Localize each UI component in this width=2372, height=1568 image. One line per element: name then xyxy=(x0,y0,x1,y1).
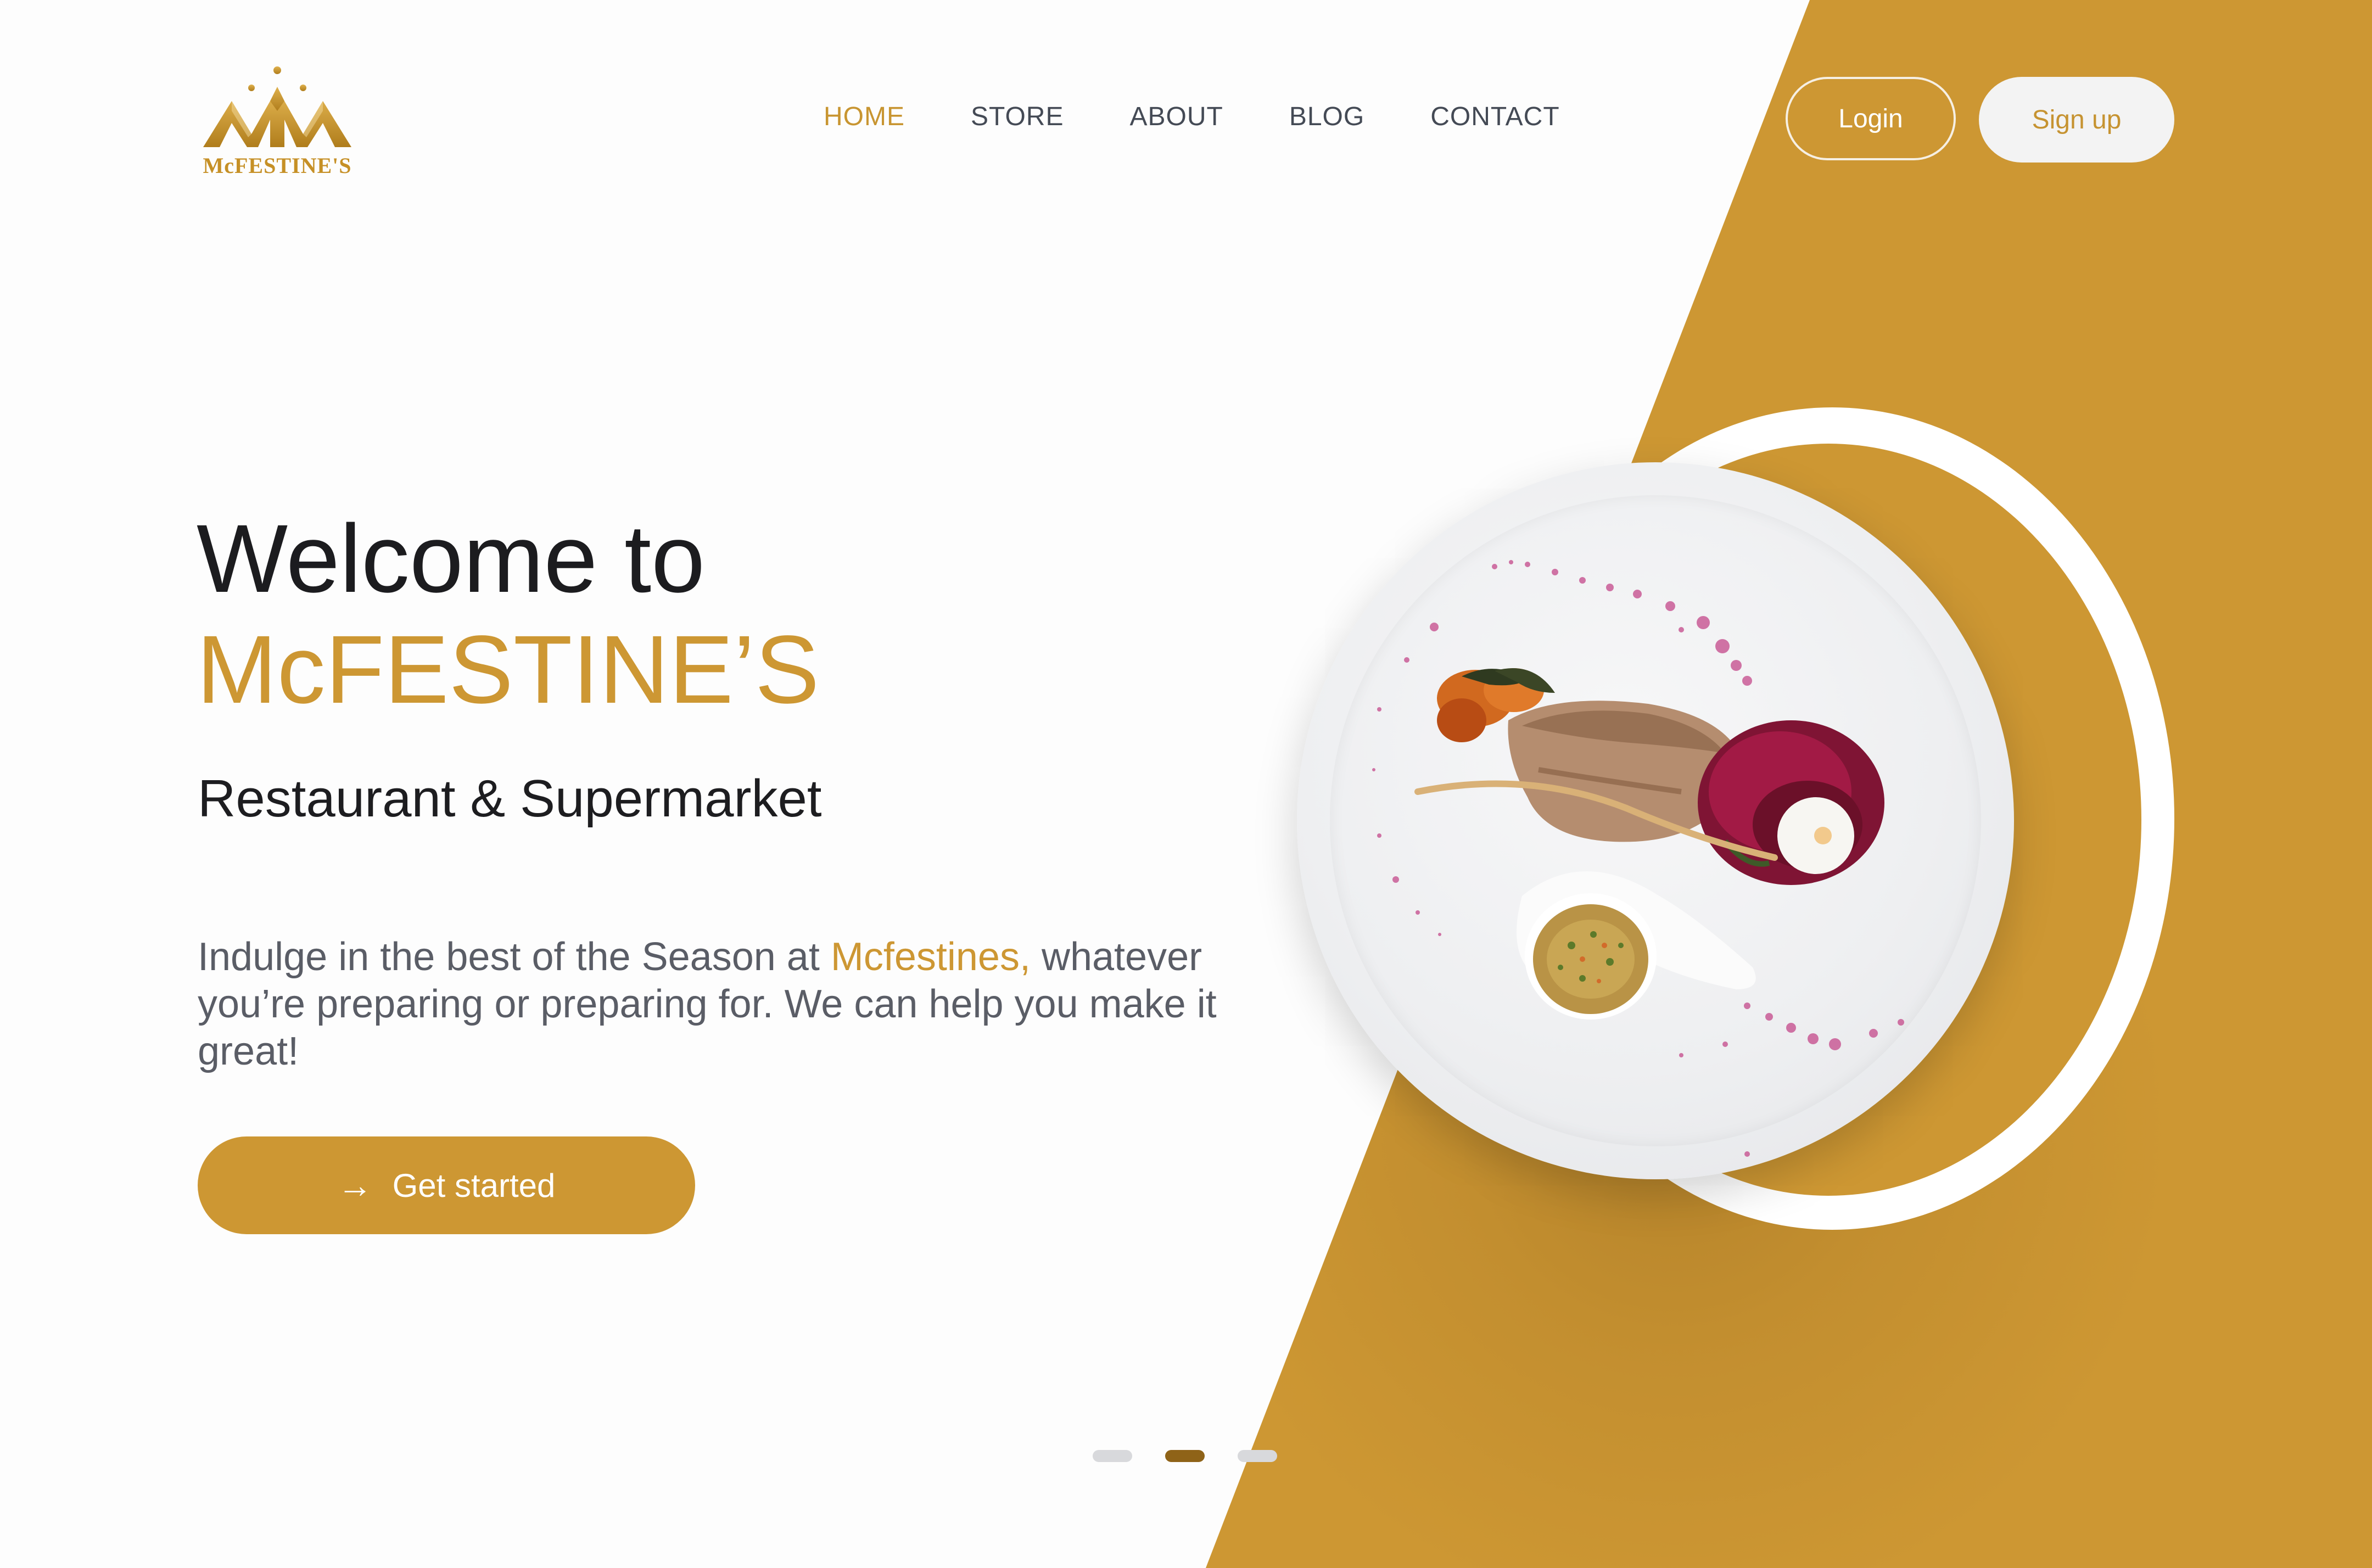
plated-dish-icon xyxy=(1372,560,1904,1157)
landing-page: McFESTINE'S HOME STORE ABOUT BLOG CONTAC… xyxy=(0,0,2372,1568)
hero-brand-name: McFESTINE’S xyxy=(197,616,820,724)
get-started-button[interactable]: → Get started xyxy=(198,1136,695,1234)
nav-item-contact[interactable]: CONTACT xyxy=(1430,102,1559,132)
crown-logo-icon xyxy=(203,66,351,147)
nav-item-store[interactable]: STORE xyxy=(971,102,1064,132)
carousel-dot-2[interactable] xyxy=(1165,1450,1205,1462)
hero-title: Welcome to xyxy=(197,505,705,613)
carousel-indicators xyxy=(1093,1450,1277,1462)
hero-subtitle: Restaurant & Supermarket xyxy=(198,769,822,828)
login-button[interactable]: Login xyxy=(1786,77,1956,160)
carousel-dot-3[interactable] xyxy=(1238,1450,1277,1462)
logo-text: McFESTINE'S xyxy=(203,153,352,178)
brand-logo[interactable]: McFESTINE'S xyxy=(198,65,357,180)
hero-description-start: Indulge in the best of the Season at xyxy=(198,935,831,979)
arrow-right-icon: → xyxy=(337,1166,373,1205)
nav-item-home[interactable]: HOME xyxy=(824,102,905,132)
hero-description-accent: Mcfestines, xyxy=(830,935,1031,979)
nav-item-about[interactable]: ABOUT xyxy=(1129,102,1223,132)
nav-item-blog[interactable]: BLOG xyxy=(1289,102,1364,132)
main-nav: HOME STORE ABOUT BLOG CONTACT xyxy=(824,102,1560,132)
get-started-label: Get started xyxy=(392,1167,556,1204)
carousel-dot-1[interactable] xyxy=(1093,1450,1132,1462)
hero-description: Indulge in the best of the Season at Mcf… xyxy=(198,933,1241,1075)
signup-button[interactable]: Sign up xyxy=(1979,77,2174,163)
